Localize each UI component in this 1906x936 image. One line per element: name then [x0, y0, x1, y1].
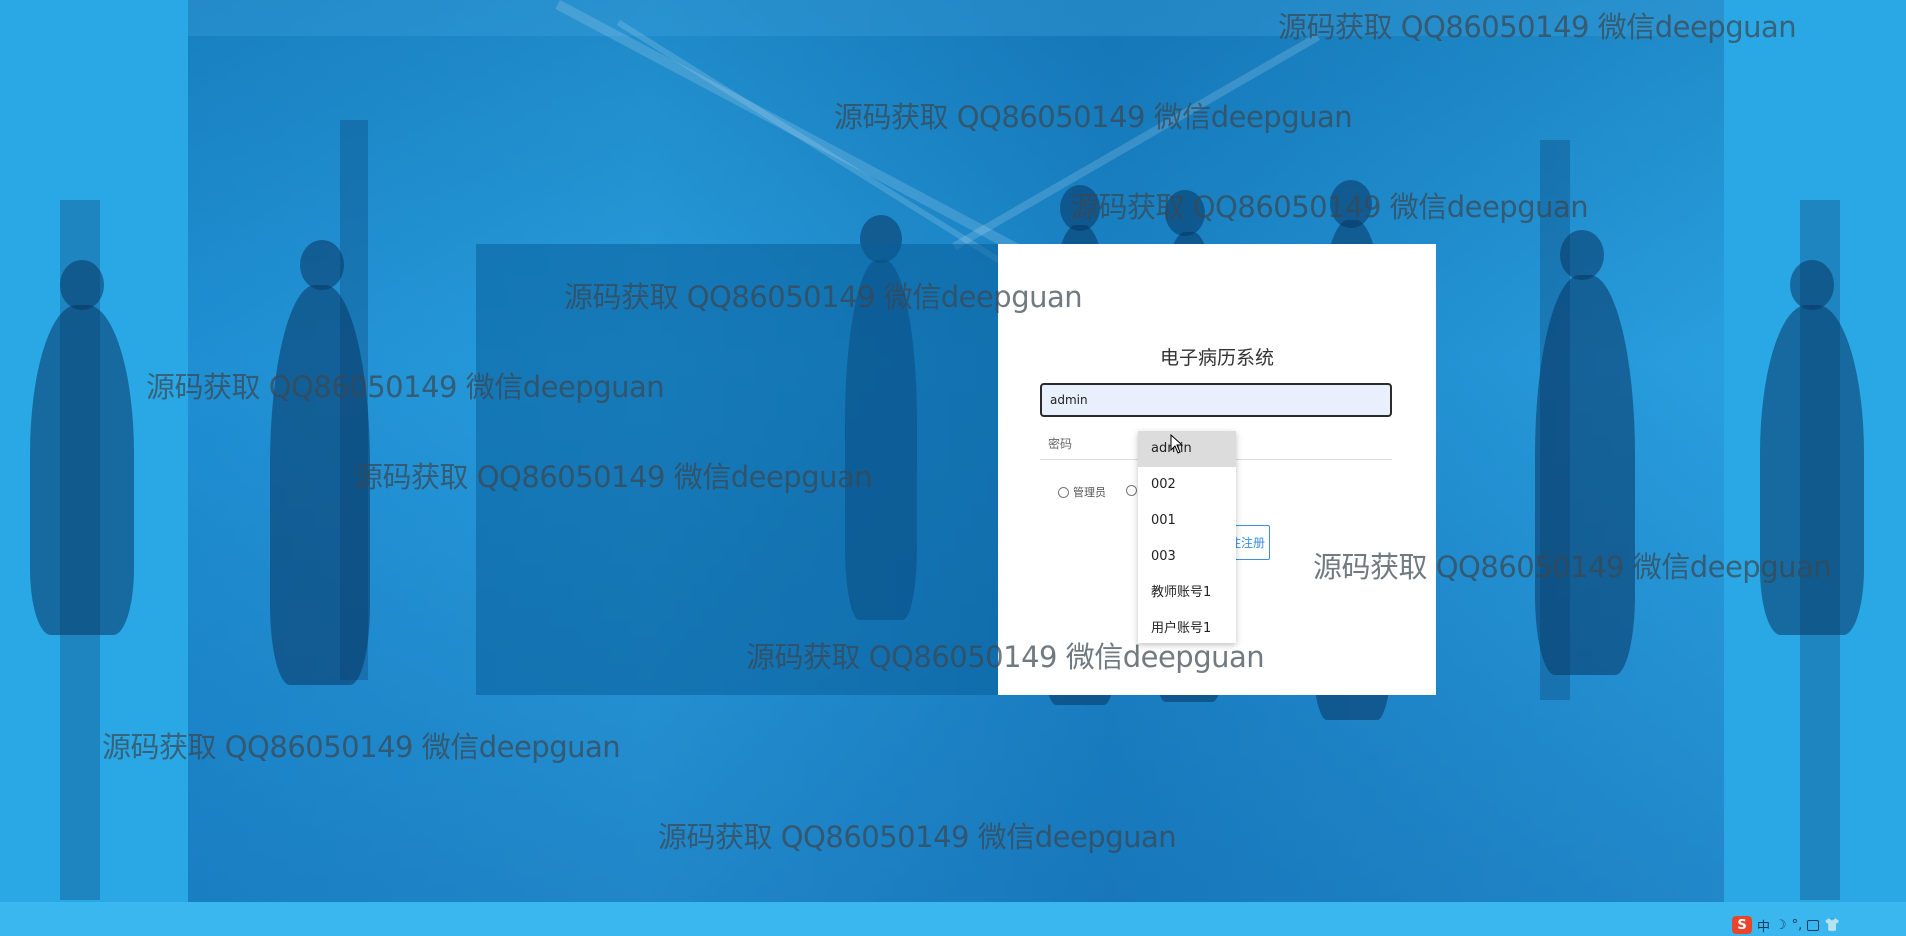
radio-circle-icon[interactable]	[1058, 486, 1069, 498]
username-autocomplete-list: admin002001003教师账号1用户账号1	[1138, 431, 1236, 643]
system-tray: S 中 ☽ °, 👕	[1732, 914, 1841, 936]
person-silhouette	[30, 305, 134, 635]
person-silhouette	[1535, 275, 1635, 675]
system-title: 电子病历系统	[1159, 347, 1274, 369]
person-silhouette	[1760, 305, 1864, 635]
person-silhouette	[60, 260, 104, 310]
background-top-band	[188, 0, 1724, 36]
keyboard-icon[interactable]	[1807, 919, 1820, 931]
person-silhouette	[270, 285, 370, 685]
mouse-pointer-icon	[1170, 434, 1184, 454]
autocomplete-option[interactable]: 用户账号1	[1138, 611, 1236, 643]
ime-punctuation-icon[interactable]: °,	[1792, 918, 1803, 933]
autocomplete-option[interactable]: 001	[1138, 503, 1236, 539]
background-bottom-strip	[0, 902, 1906, 936]
autocomplete-option[interactable]: 002	[1138, 467, 1236, 503]
ime-halfwidth-icon[interactable]: ☽	[1775, 918, 1787, 933]
role-radio-admin[interactable]: 管理员	[1058, 484, 1106, 500]
person-silhouette	[1165, 190, 1205, 236]
person-silhouette	[1790, 260, 1834, 310]
role-admin-label: 管理员	[1073, 486, 1106, 499]
ime-chinese-mode-icon[interactable]: 中	[1757, 916, 1770, 935]
ime-skin-icon[interactable]: 👕	[1824, 918, 1840, 933]
login-banner-panel	[476, 244, 998, 695]
username-input[interactable]	[1040, 383, 1392, 417]
person-silhouette	[1560, 230, 1604, 280]
sogou-ime-icon[interactable]: S	[1732, 916, 1752, 934]
autocomplete-option[interactable]: 003	[1138, 539, 1236, 575]
autocomplete-option[interactable]: admin	[1138, 431, 1236, 467]
person-silhouette	[300, 240, 344, 290]
autocomplete-option[interactable]: 教师账号1	[1138, 575, 1236, 611]
password-field[interactable]: 密码	[1048, 435, 1072, 452]
role-radio-other[interactable]	[1126, 485, 1137, 496]
